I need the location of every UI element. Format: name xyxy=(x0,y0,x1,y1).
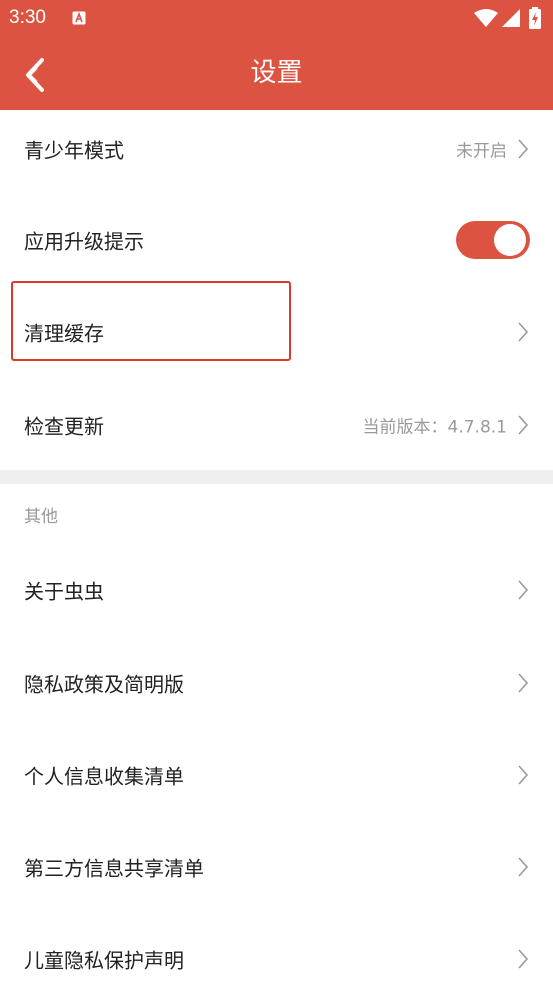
row-label: 儿童隐私保护声明 xyxy=(24,948,184,973)
row-label: 隐私政策及简明版 xyxy=(24,672,184,697)
row-value: 未开启 xyxy=(456,141,507,162)
settings-row-about[interactable]: 关于虫虫 xyxy=(0,544,553,636)
chevron-right-icon xyxy=(518,415,529,435)
settings-row-personal-info-list[interactable]: 个人信息收集清单 xyxy=(0,729,553,821)
chevron-right-icon xyxy=(518,673,529,693)
row-label: 检查更新 xyxy=(24,414,104,439)
settings-row-third-party-sharing[interactable]: 第三方信息共享清单 xyxy=(0,821,553,913)
row-value: 当前版本：4.7.8.1 xyxy=(362,417,507,438)
settings-row-child-privacy[interactable]: 儿童隐私保护声明 xyxy=(0,913,553,1005)
row-label: 第三方信息共享清单 xyxy=(24,856,204,881)
settings-row-privacy-policy[interactable]: 隐私政策及简明版 xyxy=(0,637,553,729)
chevron-right-icon xyxy=(518,765,529,785)
chevron-right-icon xyxy=(518,580,529,600)
notification-app-icon xyxy=(72,11,86,25)
status-bar: 3:30 xyxy=(0,0,553,38)
settings-row-check-update[interactable]: 检查更新 当前版本：4.7.8.1 xyxy=(0,379,553,471)
app-bar: 3:30 设置 xyxy=(0,0,553,110)
wifi-icon xyxy=(474,9,498,27)
row-label: 关于虫虫 xyxy=(24,579,104,604)
chevron-right-icon xyxy=(518,139,529,159)
highlight-box xyxy=(11,281,291,361)
section-divider xyxy=(0,470,553,484)
toggle-knob xyxy=(494,224,526,256)
row-label: 应用升级提示 xyxy=(24,229,144,254)
settings-row-youth-mode[interactable]: 青少年模式 未开启 xyxy=(0,103,553,195)
upgrade-prompt-toggle[interactable] xyxy=(456,221,530,259)
chevron-right-icon xyxy=(518,857,529,877)
row-label: 个人信息收集清单 xyxy=(24,764,184,789)
chevron-right-icon xyxy=(518,322,529,342)
chevron-right-icon xyxy=(518,949,529,969)
signal-icon xyxy=(502,9,520,27)
battery-charging-icon xyxy=(529,7,541,29)
page-title: 设置 xyxy=(250,58,303,88)
section-header-other: 其他 xyxy=(24,507,58,527)
row-label: 青少年模式 xyxy=(24,138,124,163)
status-time: 3:30 xyxy=(9,7,46,28)
